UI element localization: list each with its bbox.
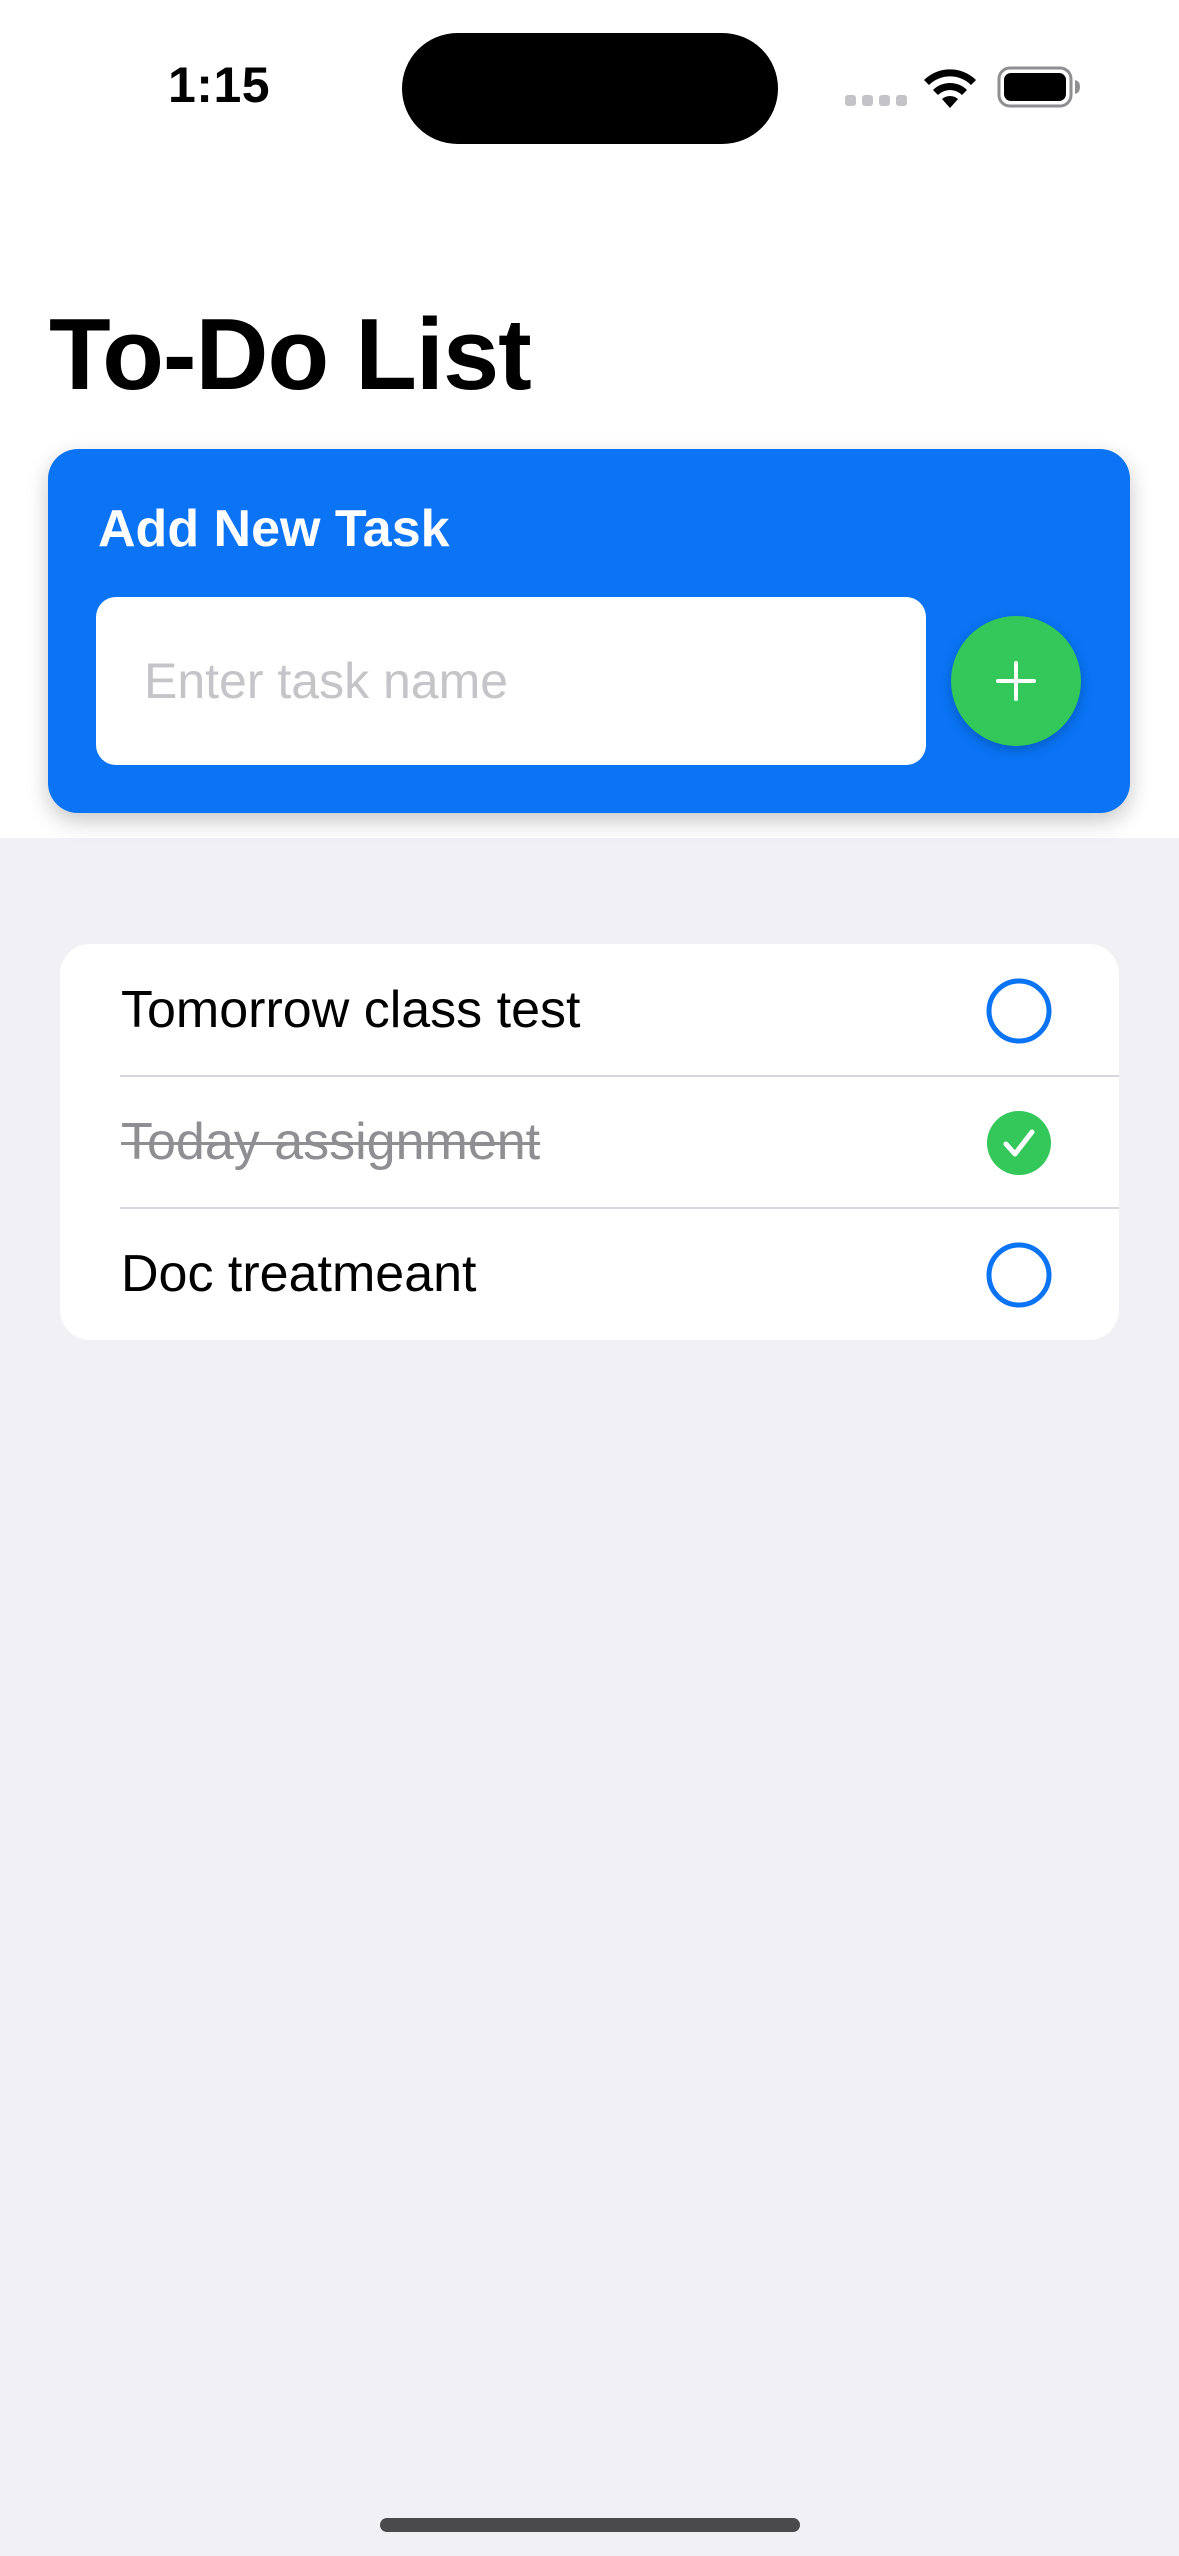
task-name-input[interactable] [96, 597, 926, 765]
unchecked-circle-icon[interactable] [986, 1242, 1052, 1308]
battery-icon [997, 66, 1080, 108]
task-label: Doc treatmeant [121, 1245, 477, 1303]
task-row[interactable]: Tomorrow class test [60, 944, 1119, 1076]
task-row[interactable]: Doc treatmeant [60, 1208, 1119, 1340]
plus-icon [996, 661, 1036, 701]
task-list: Tomorrow class test Today assignment Doc… [60, 944, 1119, 1340]
task-label: Tomorrow class test [121, 981, 581, 1039]
home-indicator[interactable] [380, 2518, 800, 2532]
checked-circle-icon[interactable] [986, 1110, 1052, 1176]
cellular-signal-icon [845, 95, 907, 109]
task-row[interactable]: Today assignment [60, 1076, 1119, 1208]
wifi-icon [924, 69, 976, 108]
dynamic-island [402, 33, 778, 144]
unchecked-circle-icon[interactable] [986, 978, 1052, 1044]
task-label: Today assignment [121, 1113, 541, 1171]
add-task-card: Add New Task [48, 449, 1130, 813]
status-time: 1:15 [168, 57, 271, 113]
add-task-button[interactable] [951, 616, 1081, 746]
add-task-title: Add New Task [98, 500, 450, 558]
page-title: To-Do List [49, 299, 532, 411]
